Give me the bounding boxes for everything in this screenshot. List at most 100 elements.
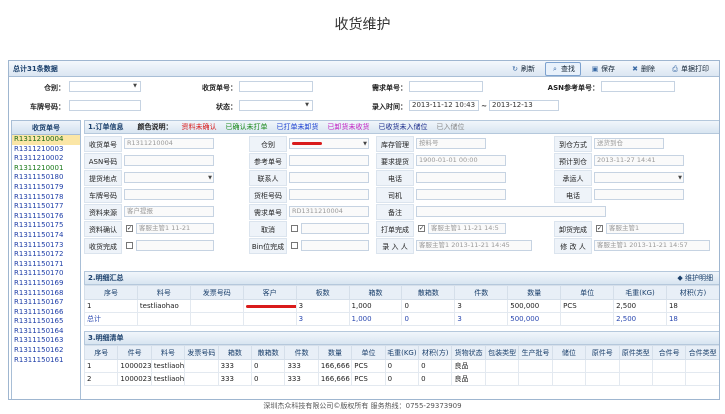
- data-source-field[interactable]: 客户提报: [124, 206, 214, 217]
- detail-row[interactable]: 2100002330002testliaohao3330333166,666PC…: [84, 372, 719, 386]
- detail-column-header[interactable]: 材积(方): [418, 345, 453, 360]
- stock-mgmt-select[interactable]: 按料号: [416, 138, 486, 149]
- summary-column-header[interactable]: 单位: [560, 285, 615, 300]
- receipt-list-item[interactable]: R1311150172: [12, 250, 80, 260]
- search-button[interactable]: ⌕ 查找: [545, 61, 581, 76]
- detail-column-header[interactable]: 生产批号: [518, 345, 553, 360]
- detail-column-header[interactable]: 件号: [117, 345, 152, 360]
- detail-column-header[interactable]: 毛重(KG): [384, 345, 420, 360]
- receipt-list-item[interactable]: R1311150174: [12, 231, 80, 241]
- delete-button[interactable]: ✖ 删除: [625, 62, 661, 76]
- data-confirm-checkbox[interactable]: ✓: [126, 225, 133, 232]
- print-done-checkbox[interactable]: ✓: [418, 225, 425, 232]
- summary-column-header[interactable]: 材积(方): [665, 285, 719, 300]
- summary-column-header[interactable]: 板数: [295, 285, 350, 300]
- cabinet-no-field[interactable]: [289, 189, 369, 200]
- summary-column-header[interactable]: 件数: [454, 285, 509, 300]
- receipt-list-item[interactable]: R1311150176: [12, 212, 80, 222]
- detail-column-header[interactable]: 件数: [284, 345, 319, 360]
- vehicle-no-filter-input[interactable]: [69, 100, 141, 111]
- summary-column-header[interactable]: 箱数: [348, 285, 403, 300]
- detail-column-header[interactable]: 序号: [84, 345, 119, 360]
- phone1-field[interactable]: [416, 172, 506, 183]
- est-arrival-field[interactable]: 2013-11-27 14:41: [594, 155, 684, 166]
- detail-column-header[interactable]: 原件号: [585, 345, 620, 360]
- unload-done-checkbox[interactable]: ✓: [596, 225, 603, 232]
- receipt-list-item[interactable]: R1311210001: [12, 164, 80, 174]
- detail-column-header[interactable]: 发票号码: [184, 345, 219, 360]
- receipt-list-item[interactable]: R1311150168: [12, 289, 80, 299]
- detail-column-header[interactable]: 散箱数: [251, 345, 286, 360]
- save-button[interactable]: ▣ 保存: [585, 62, 621, 76]
- detail-column-header[interactable]: 合件类型: [685, 345, 719, 360]
- entry-date-to-input[interactable]: 2013-12-13: [489, 100, 559, 111]
- demand-no-filter-input[interactable]: [409, 81, 483, 92]
- summary-column-header[interactable]: 毛重(KG): [613, 285, 667, 300]
- receipt-list-item[interactable]: R1311210003: [12, 145, 80, 155]
- entry-date-from-input[interactable]: 2013-11-12 10:43: [409, 100, 479, 111]
- receipt-list-item[interactable]: R1311150165: [12, 317, 80, 327]
- detail-column-header[interactable]: 单位: [351, 345, 386, 360]
- receipt-list-item[interactable]: R1311150169: [12, 279, 80, 289]
- pickup-place-select[interactable]: ▼: [124, 172, 214, 183]
- receipt-list-item[interactable]: R1311150177: [12, 202, 80, 212]
- refresh-button[interactable]: ↻ 刷新: [505, 62, 541, 76]
- receipt-list-item[interactable]: R1311150178: [12, 193, 80, 203]
- receipt-list-item[interactable]: R1311150161: [12, 356, 80, 366]
- summary-column-header[interactable]: 料号: [136, 285, 191, 300]
- receipt-list-item[interactable]: R1311150179: [12, 183, 80, 193]
- warehouse-filter-select[interactable]: ▼: [69, 81, 141, 92]
- receipt-list-item[interactable]: R1311150166: [12, 308, 80, 318]
- carrier-select[interactable]: ▼: [594, 172, 684, 183]
- req-delivery-field[interactable]: 1900-01-01 00:00: [416, 155, 506, 166]
- arrival-mode-select[interactable]: 送货到仓: [594, 138, 664, 149]
- receipt-list-item[interactable]: R1311150163: [12, 336, 80, 346]
- detail-column-header[interactable]: 合件号: [651, 345, 687, 360]
- receipt-list-item[interactable]: R1311150162: [12, 346, 80, 356]
- summary-column-header[interactable]: 客户: [242, 285, 297, 300]
- maintain-detail-button[interactable]: ◆ 维护明细: [677, 273, 713, 283]
- summary-column-header[interactable]: 发票号码: [189, 285, 244, 300]
- summary-row[interactable]: 1 testliaohao 3 1,000 0 3 500,000 PCS 2,500 18: [84, 299, 719, 313]
- detail-column-header[interactable]: 数量: [317, 345, 353, 360]
- ref-no-field[interactable]: [289, 155, 369, 166]
- receipt-list-item[interactable]: R1311150180: [12, 173, 80, 183]
- receipt-list-item[interactable]: R1311150170: [12, 269, 80, 279]
- summary-total-row[interactable]: 总计 3 1,000 0 3 500,000 2,500 18: [84, 312, 719, 326]
- cancel-checkbox[interactable]: [291, 225, 298, 232]
- asn-ref-filter-input[interactable]: [601, 81, 675, 92]
- phone2-field[interactable]: [594, 189, 684, 200]
- detail-column-header[interactable]: 货物状态: [451, 345, 486, 360]
- detail-column-header[interactable]: 储位: [551, 345, 587, 360]
- summary-column-header[interactable]: 数量: [507, 285, 562, 300]
- warehouse-select[interactable]: ▼: [289, 138, 369, 149]
- detail-column-header[interactable]: 包装类型: [484, 345, 520, 360]
- receipt-list-item[interactable]: R1311150171: [12, 260, 80, 270]
- summary-column-header[interactable]: 散箱数: [401, 285, 456, 300]
- print-button[interactable]: ⎙ 单据打印: [665, 62, 715, 76]
- detail-column-header[interactable]: 原件类型: [618, 345, 653, 360]
- bin-done-checkbox[interactable]: [291, 242, 298, 249]
- table-cell: [189, 299, 244, 313]
- receipt-no-filter-input[interactable]: [239, 81, 313, 92]
- receipt-list-item[interactable]: R1311150164: [12, 327, 80, 337]
- receipt-no-field[interactable]: R1311210004: [124, 138, 214, 149]
- receipt-list-item[interactable]: R1311210004: [12, 135, 80, 145]
- vehicle-no-field[interactable]: [124, 189, 214, 200]
- order-info-title: 1.订单信息: [88, 123, 124, 131]
- receive-done-checkbox[interactable]: [126, 242, 133, 249]
- receipt-list-item[interactable]: R1311150167: [12, 298, 80, 308]
- driver-field[interactable]: [416, 189, 506, 200]
- receipt-list-item[interactable]: R1311150175: [12, 221, 80, 231]
- detail-column-header[interactable]: 料号: [150, 345, 186, 360]
- remark-field[interactable]: [416, 206, 606, 217]
- status-filter-select[interactable]: ▼: [239, 100, 313, 111]
- receipt-list-item[interactable]: R1311210002: [12, 154, 80, 164]
- asn-no-field[interactable]: [124, 155, 214, 166]
- detail-row[interactable]: 1100002330001testliaohao3330333166,666PC…: [84, 359, 719, 373]
- contact-field[interactable]: [289, 172, 369, 183]
- detail-column-header[interactable]: 箱数: [217, 345, 253, 360]
- receipt-list-item[interactable]: R1311150173: [12, 241, 80, 251]
- summary-column-header[interactable]: 序号: [84, 285, 138, 300]
- demand-no-field[interactable]: RD1311210004: [289, 206, 369, 217]
